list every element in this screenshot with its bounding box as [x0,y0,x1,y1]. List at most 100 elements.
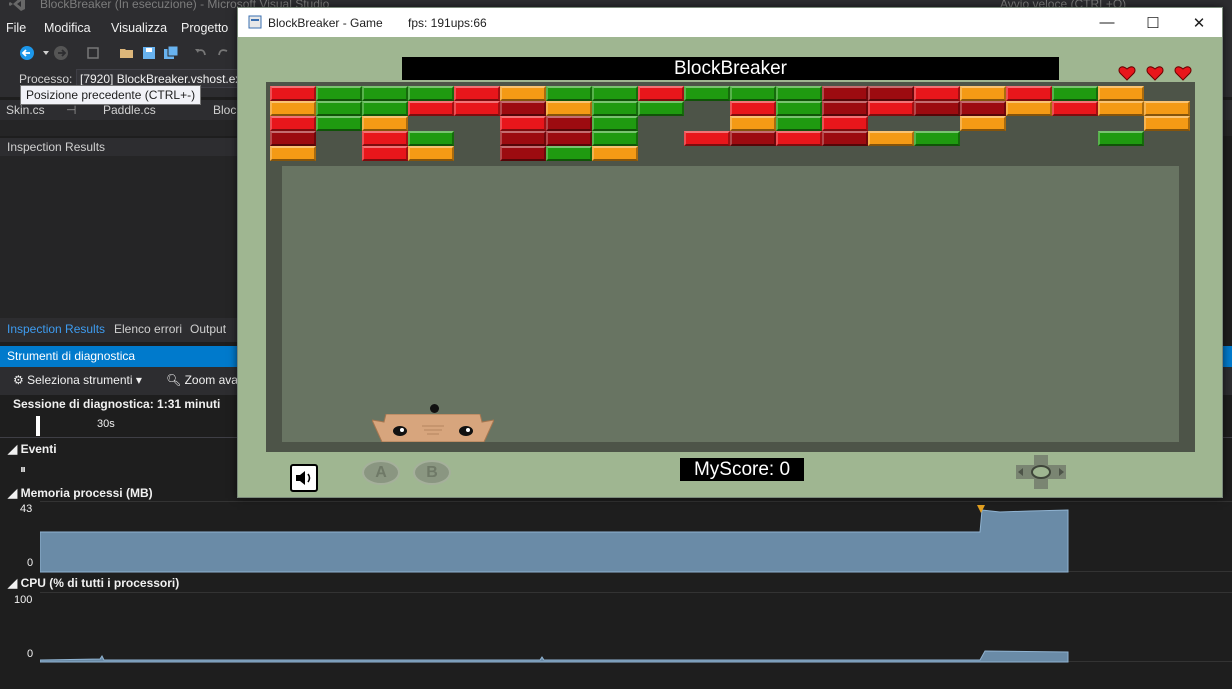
button-b[interactable]: B [413,460,451,485]
brick [500,116,546,131]
brick [546,101,592,116]
memory-label: Memoria processi (MB) [20,486,153,500]
brick [1144,116,1190,131]
brick [500,146,546,161]
brick [362,116,408,131]
tab-bloc[interactable]: Bloc [213,103,236,117]
maximize-button[interactable]: ☐ [1130,8,1176,37]
brick [592,146,638,161]
menu-visualizza[interactable]: Visualizza [111,21,167,35]
select-tools-label: Seleziona strumenti [27,373,133,387]
brick [914,101,960,116]
back-arrow-icon[interactable] [18,44,36,62]
brick [408,146,454,161]
tab-output[interactable]: Output [190,322,226,336]
undo-icon[interactable] [192,44,210,62]
heart-icon [1146,66,1164,81]
zoom-button[interactable]: 🔍︎ Zoom ava [166,373,238,387]
fps-readout: fps: 191ups:66 [408,16,487,30]
brick [546,131,592,146]
game-window-titlebar[interactable]: BlockBreaker - Game fps: 191ups:66 — ☐ ✕ [238,8,1222,37]
game-window: BlockBreaker - Game fps: 191ups:66 — ☐ ✕… [237,7,1223,498]
brick [822,131,868,146]
brick [362,131,408,146]
tab-skin-cs[interactable]: Skin.cs [6,103,45,117]
brick [1144,101,1190,116]
collapse-icon[interactable]: ◢ [8,442,17,456]
brick [776,116,822,131]
magnifier-icon: 🔍︎ [166,373,182,387]
playfield-inner [282,166,1179,442]
score-display: MyScore: 0 [680,458,804,481]
brick [362,86,408,101]
tab-inspection-results[interactable]: Inspection Results [7,322,105,336]
tab-paddle-cs[interactable]: Paddle.cs [103,103,156,117]
minimize-button[interactable]: — [1084,8,1130,37]
redo-icon[interactable] [214,44,232,62]
memory-chart[interactable] [39,501,1232,573]
brick [316,116,362,131]
brick [960,86,1006,101]
back-tooltip: Posizione precedente (CTRL+-) [20,85,202,105]
inspection-header: Inspection Results [0,138,238,156]
menu-modifica[interactable]: Modifica [44,21,91,35]
open-folder-icon[interactable] [118,44,136,62]
brick [914,86,960,101]
collapse-icon[interactable]: ◢ [8,486,17,500]
brick [868,101,914,116]
brick [1006,101,1052,116]
brick [1098,86,1144,101]
paddle[interactable] [372,414,494,442]
brick [638,101,684,116]
speaker-icon [296,471,311,485]
cpu-graph [39,650,1069,663]
pin-icon[interactable]: ⊣ [66,103,76,117]
cpu-chart[interactable] [39,592,1232,663]
menu-progetto[interactable]: Progetto [181,21,228,35]
button-a[interactable]: A [362,460,400,485]
timeline-marker[interactable] [36,416,40,436]
select-tools-button[interactable]: ⚙ Seleziona strumenti ▾ [13,373,142,387]
brick [730,131,776,146]
cpu-axis-max: 100 [14,594,33,606]
menu-file[interactable]: File [6,21,26,35]
game-window-title: BlockBreaker - Game [268,16,383,30]
brick [1052,86,1098,101]
brick [868,86,914,101]
brick [960,116,1006,131]
brick [960,101,1006,116]
brick [730,101,776,116]
playfield[interactable] [266,82,1195,452]
save-icon[interactable] [140,44,158,62]
dpad-icon[interactable] [1016,455,1066,489]
brick [730,116,776,131]
brick [822,86,868,101]
brick [592,131,638,146]
collapse-icon[interactable]: ◢ [8,576,17,590]
timeline-label: 30s [97,418,115,430]
process-label: Processo: [19,72,73,86]
diagnostics-title: Strumenti di diagnostica [7,349,136,363]
visual-studio-logo-icon [9,0,25,11]
brick [592,86,638,101]
brick [270,146,316,161]
brick [638,86,684,101]
heart-icon [1174,66,1192,81]
sound-toggle-button[interactable] [290,464,318,492]
brick [270,101,316,116]
brick [362,146,408,161]
tab-elenco-errori[interactable]: Elenco errori [114,322,182,336]
forward-arrow-icon[interactable] [52,44,70,62]
cpu-title: ◢ CPU (% di tutti i processori) [8,576,179,590]
brick [684,131,730,146]
brick [454,86,500,101]
pause-icon[interactable]: ⏸ [20,462,26,477]
brick [408,86,454,101]
new-project-icon[interactable] [84,44,102,62]
brick [546,146,592,161]
close-button[interactable]: ✕ [1176,8,1222,37]
brick [776,86,822,101]
brick [408,131,454,146]
brick [546,86,592,101]
save-all-icon[interactable] [162,44,180,62]
